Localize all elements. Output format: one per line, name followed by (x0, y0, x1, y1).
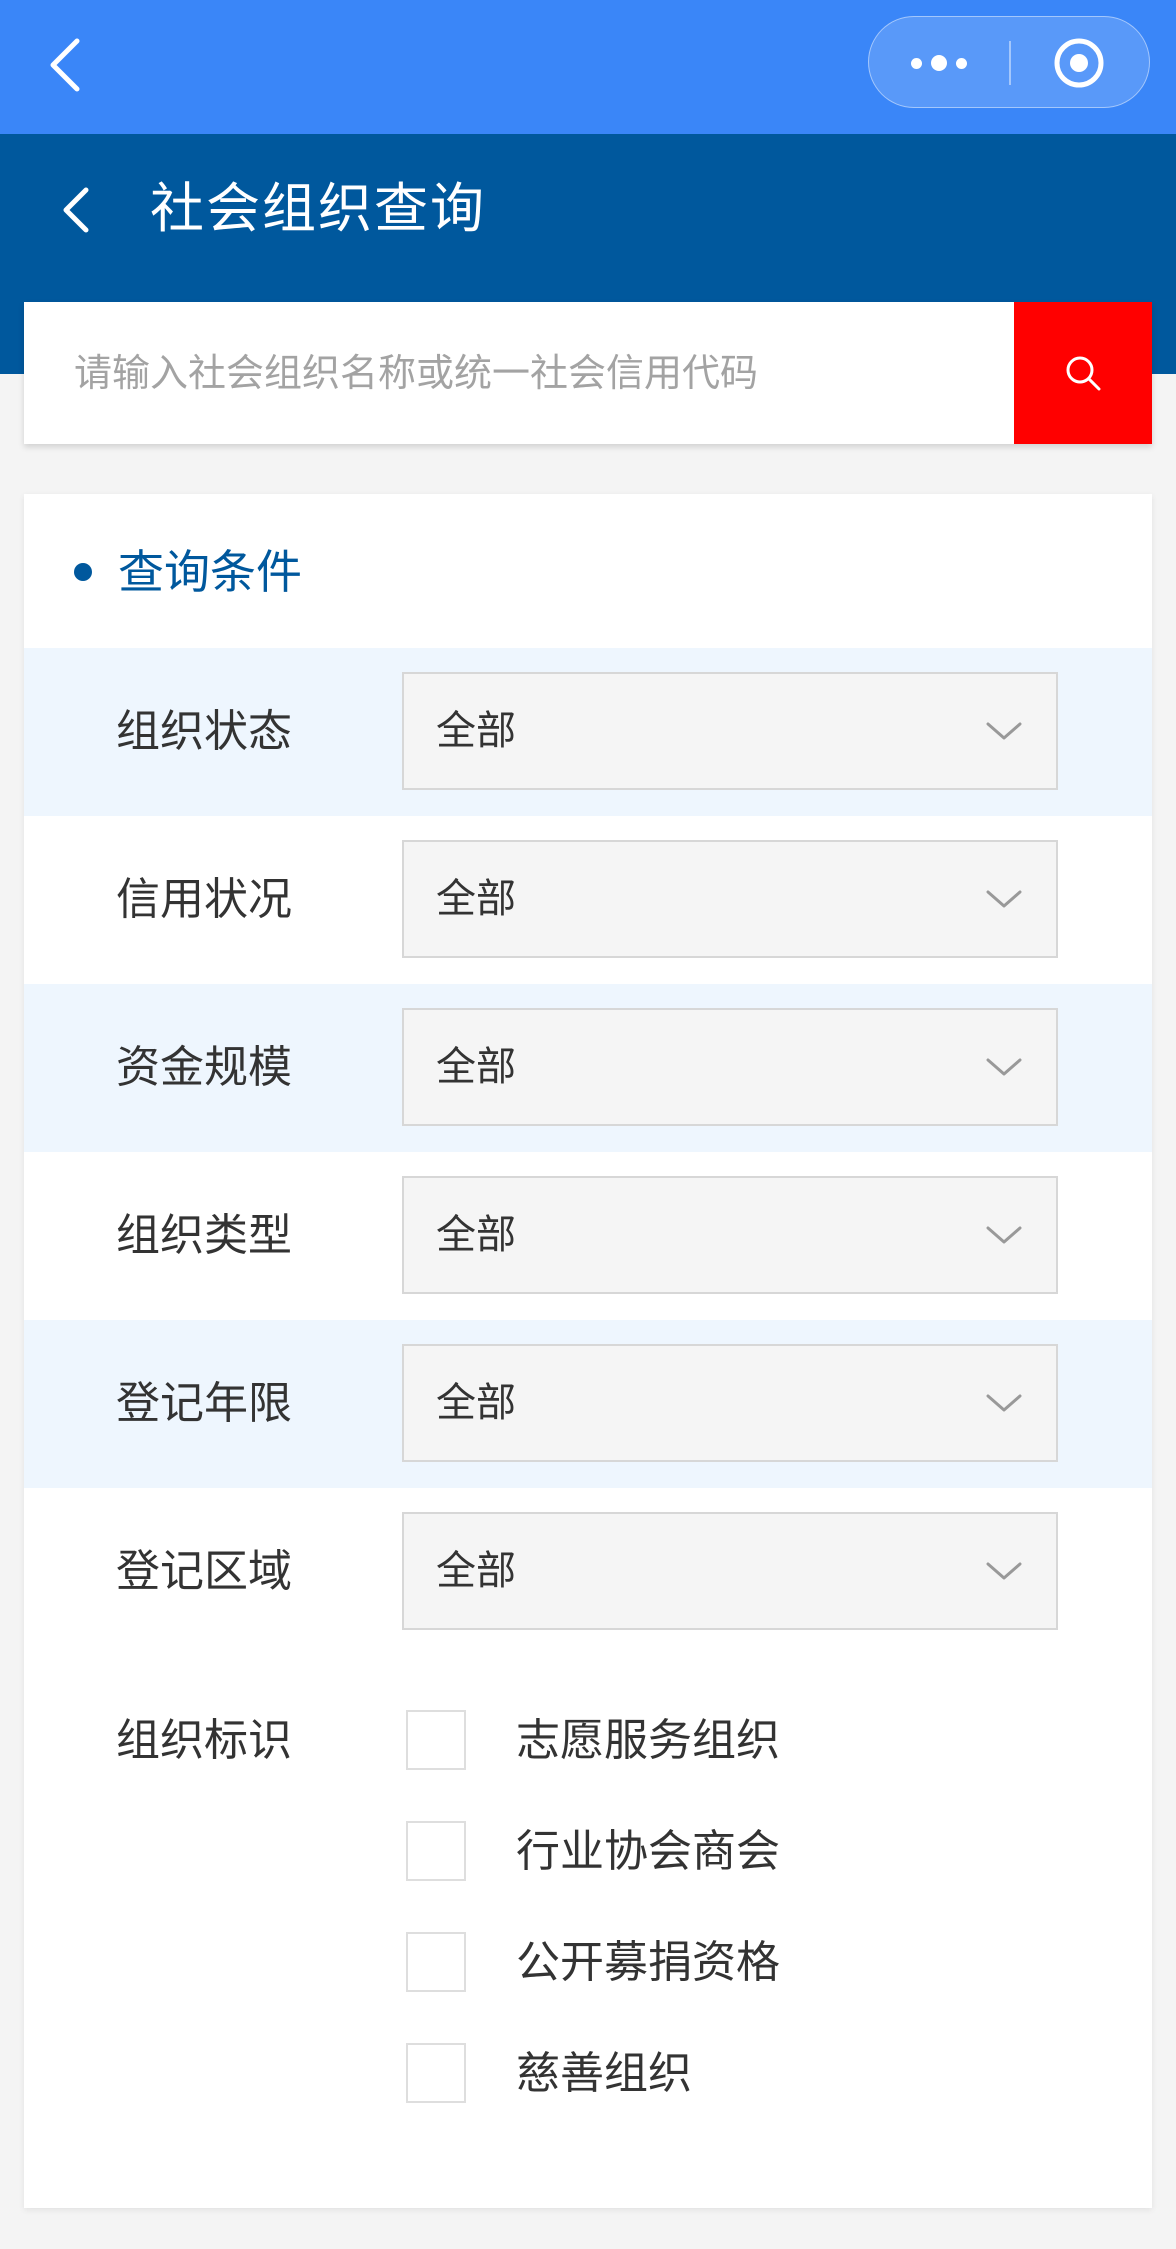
more-dots-icon (931, 55, 947, 71)
checkbox-label: 慈善组织 (516, 2048, 692, 2099)
filter-select-status[interactable]: 全部 (402, 672, 1058, 790)
search-input[interactable] (24, 302, 1014, 444)
filter-select-reg-region[interactable]: 全部 (402, 1512, 1058, 1630)
filter-select-reg-years[interactable]: 全部 (402, 1344, 1058, 1462)
page-title: 社会组织查询 (150, 177, 486, 240)
filter-select-credit[interactable]: 全部 (402, 840, 1058, 958)
flags-label: 组织标识 (116, 1715, 292, 1766)
close-mini-program-button[interactable] (1053, 37, 1105, 89)
target-circle-icon (1054, 38, 1104, 88)
filter-label: 资金规模 (116, 1042, 292, 1093)
flag-checkbox-charity[interactable]: 慈善组织 (406, 2039, 1046, 2109)
chevron-down-icon (986, 1562, 1022, 1580)
filter-select-fund-scale[interactable]: 全部 (402, 1008, 1058, 1126)
filter-label: 组织状态 (116, 706, 292, 757)
filter-value: 全部 (436, 1548, 516, 1594)
nav-back-button[interactable] (40, 30, 90, 100)
capsule-divider (1009, 41, 1011, 85)
filter-value: 全部 (436, 708, 516, 754)
filter-row-status: 组织状态 全部 (24, 648, 1152, 816)
search-bar (24, 302, 1152, 444)
checkbox[interactable] (406, 1710, 466, 1770)
filter-label: 登记年限 (116, 1378, 292, 1429)
mini-program-nav-bar (0, 0, 1176, 134)
chevron-down-icon (986, 1394, 1022, 1412)
checkbox-label: 行业协会商会 (516, 1826, 780, 1877)
chevron-down-icon (986, 1058, 1022, 1076)
checkbox-label: 志愿服务组织 (516, 1715, 780, 1766)
filter-row-credit: 信用状况 全部 (24, 816, 1152, 984)
filter-value: 全部 (436, 876, 516, 922)
section-header: 查询条件 (24, 494, 1152, 648)
flag-checkbox-industry-assoc[interactable]: 行业协会商会 (406, 1817, 1046, 1887)
checkbox-label: 公开募捐资格 (516, 1937, 780, 1988)
filter-label: 登记区域 (116, 1546, 292, 1597)
mini-program-capsule (868, 16, 1150, 108)
checkbox[interactable] (406, 1821, 466, 1881)
filter-row-org-type: 组织类型 全部 (24, 1152, 1152, 1320)
flag-checkbox-public-fundraising[interactable]: 公开募捐资格 (406, 1928, 1046, 1998)
checkbox[interactable] (406, 1932, 466, 1992)
checkbox[interactable] (406, 2043, 466, 2103)
chevron-down-icon (986, 890, 1022, 908)
filter-row-fund-scale: 资金规模 全部 (24, 984, 1152, 1152)
section-title: 查询条件 (118, 545, 302, 599)
chevron-down-icon (986, 722, 1022, 740)
bullet-dot (74, 563, 92, 581)
filter-row-reg-region: 登记区域 全部 (24, 1488, 1152, 1656)
filter-value: 全部 (436, 1044, 516, 1090)
query-conditions-card: 查询条件 组织状态 全部 信用状况 全部 资金规模 全部 组织类型 全部 登记年… (24, 494, 1152, 2208)
flag-checkbox-volunteer[interactable]: 志愿服务组织 (406, 1706, 1046, 1776)
search-button[interactable] (1014, 302, 1152, 444)
more-button[interactable] (903, 43, 975, 83)
filter-label: 组织类型 (116, 1210, 292, 1261)
more-dots-icon (956, 57, 967, 69)
search-icon (1066, 356, 1101, 391)
filter-row-reg-years: 登记年限 全部 (24, 1320, 1152, 1488)
chevron-down-icon (986, 1226, 1022, 1244)
chevron-left-icon (50, 38, 80, 92)
filter-label: 信用状况 (116, 874, 292, 925)
header-back-button[interactable] (56, 180, 96, 240)
more-dots-icon (911, 57, 922, 69)
filter-value: 全部 (436, 1212, 516, 1258)
filter-value: 全部 (436, 1380, 516, 1426)
chevron-left-icon (63, 187, 89, 233)
filter-select-org-type[interactable]: 全部 (402, 1176, 1058, 1294)
